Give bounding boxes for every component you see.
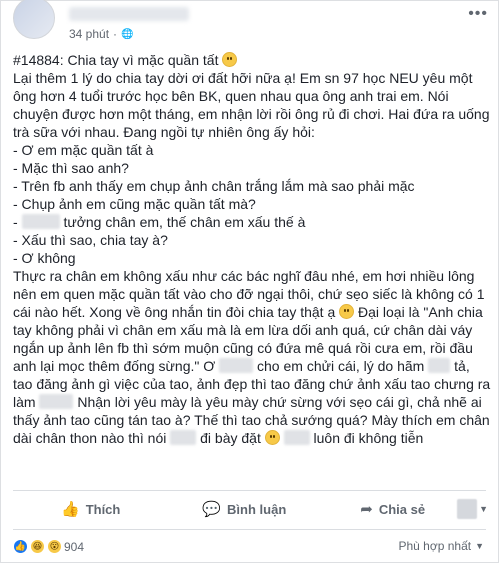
haha-reaction-icon: 😆 — [30, 539, 45, 554]
divider — [13, 490, 486, 491]
viewer-avatar — [457, 499, 478, 519]
post-header: 34 phút · 🌐 ••• — [13, 0, 488, 45]
divider — [13, 529, 486, 530]
dialog-line: - Trên fb anh thấy em chụp ảnh chân trắn… — [13, 178, 415, 194]
action-bar: 👍 Thích 💬 Bình luận ➦ Chia sẻ ▼ — [13, 494, 488, 524]
post-card: 34 phút · 🌐 ••• #14884: Chia tay vì mặc … — [0, 0, 499, 563]
text-segment: luôn đi không tiễn — [313, 430, 424, 446]
text-segment: cho em chửi cái, lý do hãm — [257, 358, 425, 374]
post-paragraph: Lại thêm 1 lý do chia tay dời ơi đất hỡi… — [13, 70, 494, 140]
comment-icon: 💬 — [202, 501, 222, 518]
smile-emoji-icon — [264, 430, 280, 445]
post-time[interactable]: 34 phút — [69, 27, 109, 41]
dialog-line: - tưởng chân em, thế chân em xấu thế à — [13, 214, 306, 230]
share-label: Chia sẻ — [378, 501, 426, 517]
separator: · — [113, 27, 118, 41]
thumbs-up-icon: 👍 — [61, 501, 80, 518]
post-paragraph: Thực ra chân em không xấu như các bác ng… — [13, 267, 491, 447]
page-name-redacted[interactable] — [69, 7, 189, 21]
globe-icon: 🌐 — [121, 28, 134, 40]
reactions-summary[interactable]: 👍 😆 😮 904 — [13, 539, 84, 554]
post-title: #14884: Chia tay vì mặc quần tất — [13, 52, 219, 68]
post-title-line: #14884: Chia tay vì mặc quần tất — [13, 51, 491, 69]
sort-label: Phù hợp nhất — [398, 539, 472, 553]
post-as-selector[interactable]: ▼ — [457, 499, 488, 519]
more-options-icon[interactable]: ••• — [468, 5, 488, 23]
redacted-text — [428, 358, 451, 373]
post-meta: 34 phút · 🌐 — [69, 27, 134, 41]
post-body: #14884: Chia tay vì mặc quần tất Lại thê… — [13, 51, 491, 447]
like-reaction-icon: 👍 — [13, 539, 28, 554]
dialog-line: - Ơ em mặc quần tất à — [13, 142, 154, 158]
reaction-count: 904 — [64, 539, 85, 554]
chevron-down-icon: ▼ — [475, 541, 484, 551]
redacted-text — [170, 430, 197, 445]
dialog-line: - Mặc thì sao anh? — [13, 160, 129, 176]
comment-label: Bình luận — [227, 501, 287, 517]
redacted-text — [219, 358, 254, 373]
redacted-text — [283, 430, 310, 445]
page-avatar[interactable] — [13, 0, 55, 39]
redacted-text — [21, 214, 60, 229]
smile-emoji-icon — [222, 52, 238, 67]
text-segment: đi bày đặt — [200, 430, 261, 446]
smile-emoji-icon — [339, 304, 355, 319]
dialog-line: - Xấu thì sao, chia tay à? — [13, 232, 168, 248]
comment-sort-dropdown[interactable]: Phù hợp nhất ▼ — [398, 539, 484, 553]
like-label: Thích — [85, 501, 121, 517]
like-button[interactable]: 👍 Thích — [61, 500, 120, 518]
redacted-text — [39, 394, 74, 409]
chevron-down-icon: ▼ — [479, 504, 488, 514]
share-button[interactable]: ➦ Chia sẻ — [360, 500, 425, 518]
share-icon: ➦ — [360, 501, 373, 518]
comment-button[interactable]: 💬 Bình luận — [202, 500, 286, 518]
dialog-line: - Ơ không — [13, 250, 76, 266]
dialog-text: tưởng chân em, thế chân em xấu thế à — [63, 214, 306, 230]
dialog-line: - Chụp ảnh em cũng mặc quần tất mà? — [13, 196, 256, 212]
wow-reaction-icon: 😮 — [47, 539, 62, 554]
